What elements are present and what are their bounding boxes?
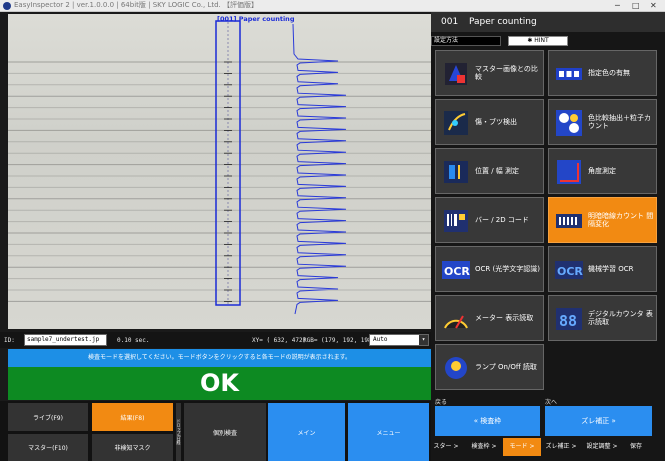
rgb-readout: RGB= (179, 192, 198) <box>303 337 376 344</box>
mode-button-8[interactable]: OCR OCR (光学文字認識) <box>435 246 544 292</box>
filename-field[interactable]: sample7_undertest.jp <box>24 334 107 346</box>
mode-button-9[interactable]: OCR 機械学習 OCR <box>548 246 657 292</box>
chevron-down-icon: ▾ <box>419 335 428 345</box>
individual-inspection-button[interactable]: 個別検査 <box>184 403 266 461</box>
breadcrumb-item-1[interactable]: 検査枠 > <box>465 438 503 456</box>
result-button[interactable]: 結果(F8) <box>92 403 173 431</box>
settings-panel: 001 Paper counting 設定方法 ✱ HINT マスター画像との比… <box>431 12 665 461</box>
mode-button-1[interactable]: 指定色の有無 <box>548 50 657 96</box>
breadcrumb-item-3[interactable]: ズレ補正 > <box>541 438 581 456</box>
live-button[interactable]: ライブ(F9) <box>8 403 88 431</box>
id-label: ID: <box>4 337 15 344</box>
mode-button-7[interactable]: 明暗暗線カウント 間隔変化 <box>548 197 657 243</box>
mask-button[interactable]: 非検知マスク <box>92 434 173 461</box>
app-logo-icon <box>3 2 11 10</box>
svg-text:OCR: OCR <box>444 265 470 278</box>
next-button[interactable]: ズレ補正 » <box>545 406 652 436</box>
mode-label: 位置 / 幅 測定 <box>475 167 520 175</box>
mode-button-11[interactable]: 88 デジタルカウンタ 表示読取 <box>548 295 657 341</box>
mode-label: メーター 表示読取 <box>475 314 534 322</box>
svg-text:88: 88 <box>559 312 577 330</box>
title-bar: EasyInspector 2 | ver.1.0.0.0 | 64bit版 |… <box>0 0 665 12</box>
process-time: 0.10 sec. <box>117 337 150 344</box>
vertical-side-label: ドロップ/日経 <box>176 403 181 461</box>
master-button[interactable]: マスター(F10) <box>8 434 88 461</box>
mode-label: OCR (光学文字認識) <box>475 265 540 273</box>
status-bar: ID: sample7_undertest.jp 0.10 sec. XY= (… <box>0 332 431 348</box>
svg-text:OCR: OCR <box>557 265 583 278</box>
scratch-detect-icon <box>444 111 468 135</box>
position-width-icon <box>444 161 468 183</box>
mode-label: マスター画像との比較 <box>475 65 538 81</box>
mode-button-10[interactable]: メーター 表示読取 <box>435 295 544 341</box>
back-button[interactable]: « 検査枠 <box>435 406 540 436</box>
xy-readout: XY= ( 632, 472) <box>252 337 307 344</box>
mode-label: 色比較抽出＋粒子カウント <box>588 114 651 130</box>
minimize-button[interactable]: ─ <box>615 0 620 11</box>
lamp-icon <box>445 357 467 379</box>
setting-method-label: 設定方法 <box>431 36 501 46</box>
barcode-icon <box>444 210 468 232</box>
mode-label: バー / 2D コード <box>475 216 529 224</box>
bottom-toolbar: ライブ(F9) 結果(F8) マスター(F10) 非検知マスク ドロップ/日経 … <box>0 401 431 461</box>
particle-count-icon <box>556 110 582 136</box>
meter-icon <box>444 315 468 329</box>
mode-button-4[interactable]: 位置 / 幅 測定 <box>435 148 544 194</box>
paper-stack-image: [001] Paper counting <box>8 14 431 329</box>
mode-button-12[interactable]: ランプ On/Off 読取 <box>435 344 544 390</box>
angle-icon <box>557 160 581 184</box>
menu-button[interactable]: メニュー <box>348 403 429 461</box>
mode-label: 機械学習 OCR <box>588 265 634 273</box>
breadcrumb-item-2[interactable]: モード > <box>503 438 541 456</box>
line-count-icon <box>556 214 582 228</box>
mode-label: 角度測定 <box>588 167 616 175</box>
hint-button[interactable]: ✱ HINT <box>508 36 568 46</box>
mode-button-2[interactable]: 傷・ブツ検出 <box>435 99 544 145</box>
mode-label: ランプ On/Off 読取 <box>475 363 537 371</box>
window-title: EasyInspector 2 | ver.1.0.0.0 | 64bit版 |… <box>14 1 259 9</box>
master-compare-icon <box>445 63 467 85</box>
mode-button-3[interactable]: 色比較抽出＋粒子カウント <box>548 99 657 145</box>
mode-button-6[interactable]: バー / 2D コード <box>435 197 544 243</box>
inspection-title: Paper counting <box>469 17 537 27</box>
zoom-value: Auto <box>373 336 388 343</box>
mode-button-5[interactable]: 角度測定 <box>548 148 657 194</box>
ocr-icon: OCR <box>442 261 470 279</box>
panel-header: 001 Paper counting <box>431 12 665 32</box>
mode-label: 明暗暗線カウント 間隔変化 <box>588 212 654 228</box>
mode-label: 傷・ブツ検出 <box>475 118 517 126</box>
breadcrumb-item-4[interactable]: 設定調整 > <box>581 438 623 456</box>
mode-button-0[interactable]: マスター画像との比較 <box>435 50 544 96</box>
frame-label: [001] Paper counting <box>217 15 295 23</box>
maximize-button[interactable]: □ <box>632 0 640 11</box>
next-label: 次へ <box>545 399 558 406</box>
breadcrumb-item-5[interactable]: 保存 <box>623 438 649 456</box>
back-label: 戻る <box>435 399 448 406</box>
color-presence-icon <box>556 68 582 80</box>
result-status: OK <box>8 367 431 400</box>
hint-message: 検査モードを選択してください。モードボタンをクリックすると各モードの説明が表示さ… <box>8 349 431 367</box>
digital-icon: 88 <box>556 308 582 330</box>
ocr-pro-icon: OCR <box>555 261 583 279</box>
mode-label: デジタルカウンタ 表示読取 <box>588 310 653 326</box>
breadcrumb-item-0[interactable]: スター > <box>427 438 465 456</box>
mode-label: 指定色の有無 <box>588 69 630 77</box>
main-button[interactable]: メイン <box>268 403 345 461</box>
close-button[interactable]: ✕ <box>650 0 657 11</box>
zoom-select[interactable]: Auto ▾ <box>369 334 429 346</box>
inspection-number: 001 <box>441 17 459 27</box>
image-viewer[interactable]: [001] Paper counting <box>8 14 431 329</box>
